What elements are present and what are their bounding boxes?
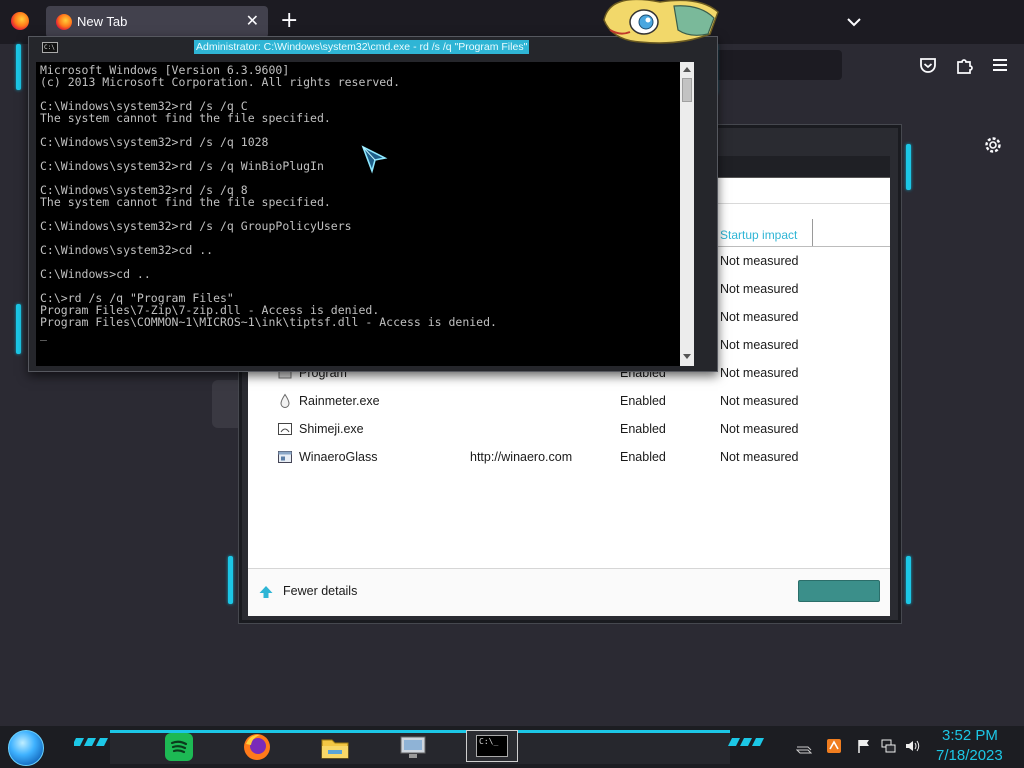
- publisher-cell: http://winaero.com: [470, 450, 573, 464]
- cmd-taskbar-icon[interactable]: C:\_: [476, 735, 508, 757]
- scroll-up-icon[interactable]: [681, 64, 693, 76]
- firefox-icon[interactable]: [11, 12, 29, 30]
- cmd-output: Microsoft Windows [Version 6.3.9600] (c)…: [40, 64, 497, 341]
- cmd-system-icon[interactable]: C:\: [42, 42, 58, 53]
- tab-new-tab[interactable]: New Tab ✕: [46, 6, 268, 38]
- start-button[interactable]: [8, 730, 44, 766]
- startup-row[interactable]: Shimeji.exe Enabled Not measured: [248, 415, 890, 443]
- decor-bar: [16, 44, 21, 90]
- arrow-up-icon[interactable]: [258, 584, 274, 600]
- firefox-taskbar-icon[interactable]: [242, 732, 272, 762]
- impact-cell: Not measured: [720, 310, 799, 324]
- decor-bar: [906, 556, 911, 604]
- gear-icon[interactable]: [982, 134, 1004, 156]
- chevron-down-icon[interactable]: [844, 12, 864, 32]
- name-cell: Shimeji.exe: [299, 422, 364, 436]
- column-startup-impact[interactable]: Startup impact: [720, 228, 797, 242]
- cmd-window-title: Administrator: C:\Windows\system32\cmd.e…: [194, 40, 530, 54]
- decor-chevrons: [728, 738, 764, 746]
- name-cell: WinaeroGlass: [299, 450, 378, 464]
- clock-time[interactable]: 3:52 PM: [942, 727, 998, 744]
- rainmeter-drop-icon: [280, 393, 290, 408]
- name-cell: Rainmeter.exe: [299, 394, 380, 408]
- decor-bar: [16, 304, 21, 354]
- show-desktop-icon[interactable]: [796, 738, 812, 754]
- startup-row[interactable]: WinaeroGlass http://winaero.com Enabled …: [248, 443, 890, 471]
- anime-mascot-icon: [603, 0, 719, 44]
- network-icon[interactable]: [880, 738, 896, 754]
- decor-chevrons: [74, 738, 108, 746]
- clock-date[interactable]: 7/18/2023: [936, 747, 1003, 764]
- status-cell: Enabled: [620, 422, 666, 436]
- network-monitor-icon[interactable]: [398, 732, 428, 762]
- tab-close-icon[interactable]: ✕: [246, 11, 259, 30]
- action-center-flag-icon[interactable]: [856, 738, 872, 754]
- extensions-icon[interactable]: [953, 54, 975, 76]
- volume-icon[interactable]: [904, 738, 920, 754]
- impact-cell: Not measured: [720, 338, 799, 352]
- decor-bar: [906, 144, 911, 190]
- winaero-window-icon: [278, 451, 292, 463]
- impact-cell: Not measured: [720, 394, 799, 408]
- spotify-icon[interactable]: [164, 732, 194, 762]
- cmd-scrollbar[interactable]: [680, 62, 694, 366]
- disable-button[interactable]: [798, 580, 880, 602]
- app-tray-icon[interactable]: [826, 738, 842, 754]
- scroll-thumb[interactable]: [682, 78, 692, 102]
- scroll-down-icon[interactable]: [681, 350, 693, 362]
- impact-cell: Not measured: [720, 282, 799, 296]
- fewer-details-link[interactable]: Fewer details: [283, 584, 357, 598]
- impact-cell: Not measured: [720, 422, 799, 436]
- impact-cell: Not measured: [720, 450, 799, 464]
- status-cell: Enabled: [620, 450, 666, 464]
- startup-row[interactable]: Rainmeter.exe Enabled Not measured: [248, 387, 890, 415]
- hamburger-menu-icon[interactable]: [989, 54, 1011, 76]
- firefox-tab-icon: [56, 14, 72, 30]
- shimeji-app-icon: [278, 423, 292, 435]
- file-explorer-icon[interactable]: [320, 732, 350, 762]
- new-tab-button[interactable]: +: [280, 8, 298, 34]
- decor-bar: [228, 556, 233, 604]
- impact-cell: Not measured: [720, 366, 799, 380]
- status-cell: Enabled: [620, 394, 666, 408]
- tab-title: New Tab: [77, 14, 128, 29]
- impact-cell: Not measured: [720, 254, 799, 268]
- pocket-icon[interactable]: [917, 54, 939, 76]
- column-separator[interactable]: [812, 219, 813, 246]
- mouse-cursor-icon: [361, 145, 388, 174]
